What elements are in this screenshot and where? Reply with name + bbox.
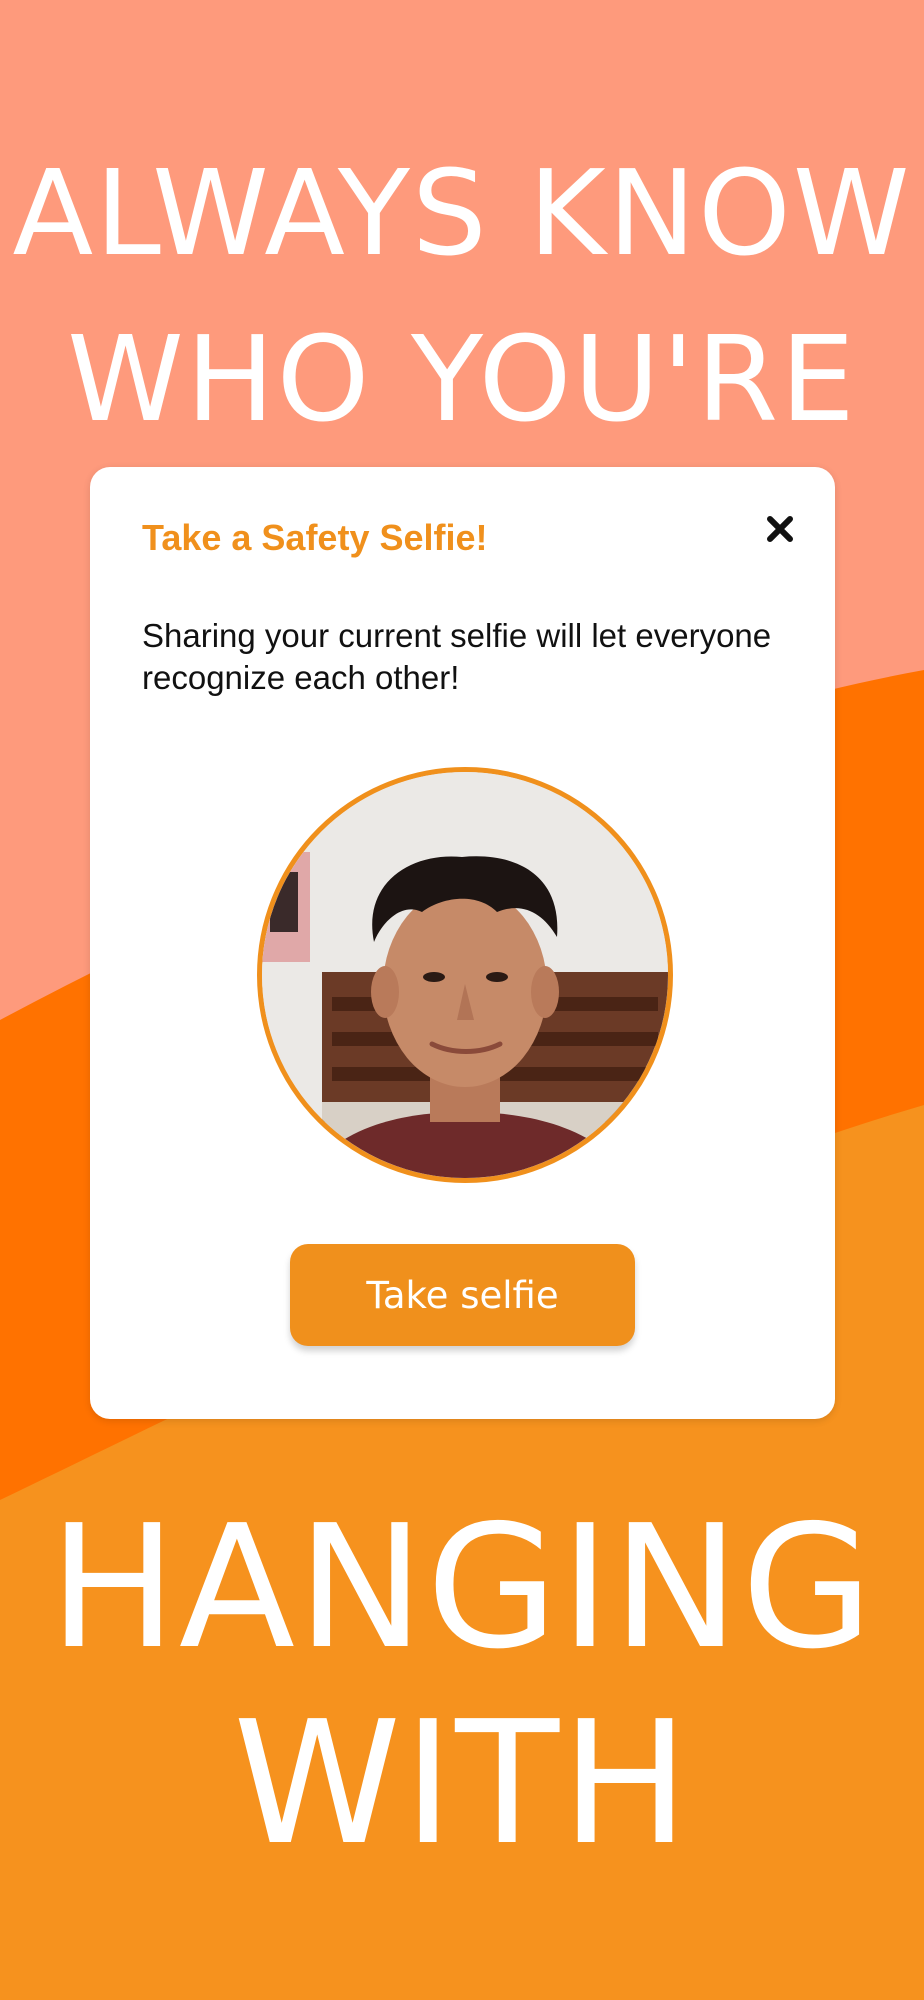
headline-top: ALWAYS KNOW WHO YOU'RE — [0, 130, 924, 462]
headline-line-2: WHO YOU'RE — [67, 310, 857, 448]
headline-bottom: HANGING WITH — [0, 1490, 924, 1882]
safety-selfie-modal: Take a Safety Selfie! Sharing your curre… — [90, 467, 835, 1419]
modal-title: Take a Safety Selfie! — [142, 517, 488, 558]
headline-line-4: WITH — [233, 1685, 691, 1883]
headline-line-3: HANGING — [48, 1489, 876, 1687]
headline-line-1: ALWAYS KNOW — [12, 144, 912, 282]
selfie-avatar — [257, 767, 673, 1183]
close-icon[interactable] — [758, 507, 802, 551]
take-selfie-button[interactable]: Take selfie — [290, 1244, 635, 1346]
modal-description: Sharing your current selfie will let eve… — [142, 617, 772, 696]
selfie-photo — [262, 772, 668, 1178]
